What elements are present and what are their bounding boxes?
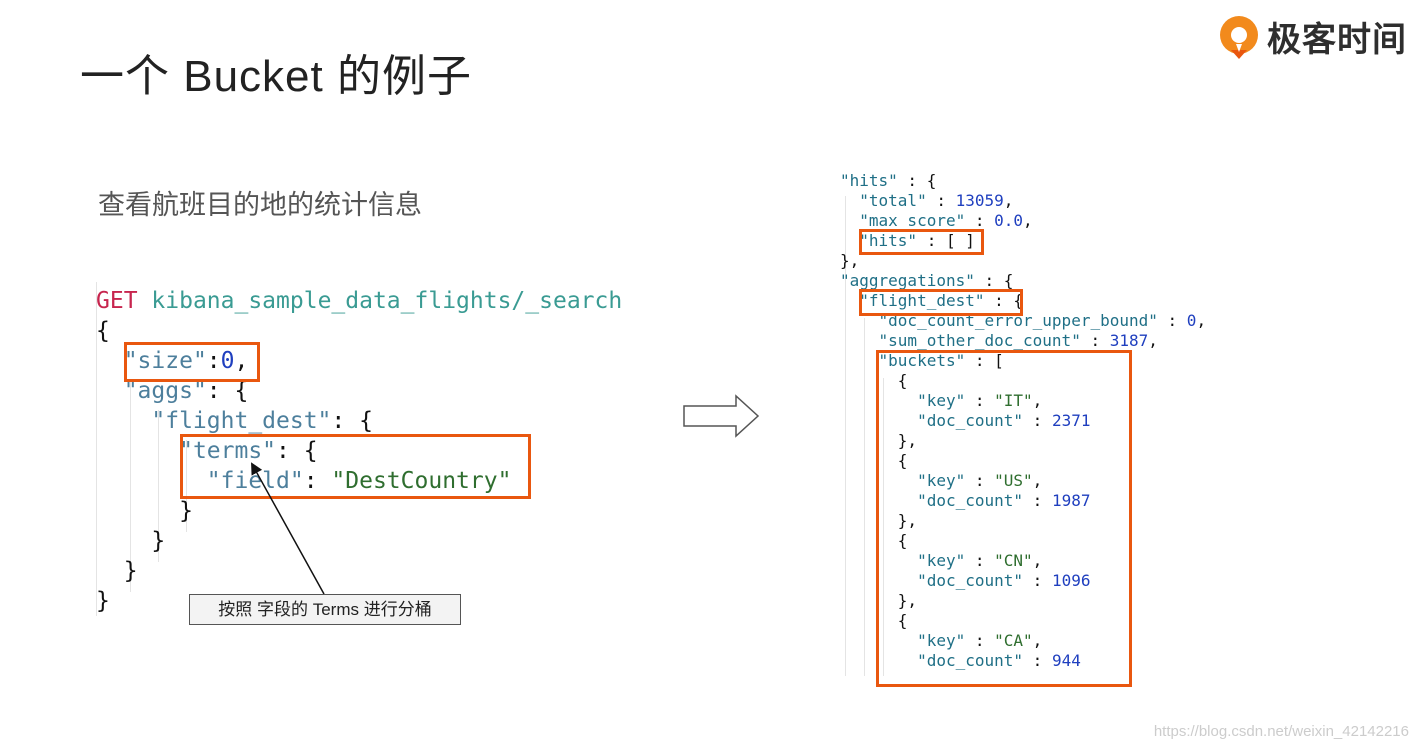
code-line: {	[840, 531, 908, 550]
agg-name-key: "flight_dest"	[151, 408, 332, 434]
code-line: "total" : 13059,	[859, 191, 1014, 210]
code-line: "buckets" : [	[878, 351, 1004, 370]
doc-count-error-value: 0	[1186, 311, 1197, 330]
bucket-count-value: 944	[1051, 651, 1081, 670]
bucket-key-label: "key"	[917, 391, 966, 410]
bucket-count-label: "doc_count"	[917, 411, 1024, 430]
bucket-count-label: "doc_count"	[917, 571, 1024, 590]
buckets-key: "buckets"	[878, 351, 966, 370]
hits-key: "hits"	[840, 171, 898, 190]
size-value: 0	[220, 348, 235, 374]
code-line: }	[96, 528, 166, 554]
bucket-key-line: "key" : "US",	[917, 471, 1043, 490]
http-method: GET	[96, 288, 138, 314]
code-line: "size":0,	[123, 348, 249, 374]
watermark: https://blog.csdn.net/weixin_42142216	[1153, 723, 1409, 740]
brand-name: 极客时间	[1267, 20, 1407, 60]
code-line: "aggregations" : {	[840, 271, 1014, 290]
bucket-count-line: "doc_count" : 1987	[917, 491, 1091, 510]
bucket-key-value: "CN"	[994, 551, 1033, 570]
bucket-key-value: "CA"	[994, 631, 1033, 650]
code-line: }	[96, 588, 110, 614]
bucket-count-line: "doc_count" : 2371	[917, 411, 1091, 430]
code-line: },	[840, 431, 918, 450]
size-key: "size"	[123, 348, 207, 374]
request-code-block: GET kibana_sample_data_flights/_search {…	[96, 282, 656, 622]
code-line: }	[96, 498, 193, 524]
bucket-count-label: "doc_count"	[917, 491, 1024, 510]
code-line: "hits" : [ ]	[859, 231, 975, 250]
bucket-key-line: "key" : "CN",	[917, 551, 1043, 570]
aggregations-key: "aggregations"	[840, 271, 975, 290]
code-line: {	[840, 611, 908, 630]
max-score-value: 0.0	[994, 211, 1024, 230]
bucket-key-line: "key" : "IT",	[917, 391, 1043, 410]
flight-dest-key: "flight_dest"	[859, 291, 985, 310]
code-line: "sum_other_doc_count" : 3187,	[878, 331, 1158, 350]
code-line: "terms": {	[179, 438, 318, 464]
doc-count-error-key: "doc_count_error_upper_bound"	[878, 311, 1158, 330]
bucket-key-line: "key" : "CA",	[917, 631, 1043, 650]
field-key: "field"	[206, 468, 304, 494]
bucket-count-label: "doc_count"	[917, 651, 1024, 670]
brand-logo-group: 极客时间	[1217, 12, 1407, 61]
bucket-count-value: 2371	[1051, 411, 1091, 430]
geektime-logo-icon	[1220, 15, 1258, 59]
bucket-count-value: 1096	[1051, 571, 1091, 590]
code-line: "aggs": {	[123, 378, 249, 404]
bucket-count-line: "doc_count" : 944	[917, 651, 1081, 670]
code-line: {	[96, 318, 110, 344]
right-arrow-icon	[683, 394, 760, 438]
hits-array-value: [ ]	[945, 231, 975, 250]
response-code-block: "hits" : { "total" : 13059, "max_score" …	[840, 168, 1240, 688]
code-line: {	[840, 451, 908, 470]
field-value: "DestCountry"	[331, 468, 512, 494]
total-value: 13059	[955, 191, 1004, 210]
terms-key: "terms"	[179, 438, 277, 464]
bucket-key-value: "IT"	[994, 391, 1033, 410]
aggs-key: "aggs"	[123, 378, 207, 404]
sum-other-key: "sum_other_doc_count"	[878, 331, 1081, 350]
bucket-key-label: "key"	[917, 471, 966, 490]
total-key: "total"	[859, 191, 927, 210]
code-line: {	[840, 371, 908, 390]
code-line: "max_score" : 0.0,	[859, 211, 1033, 230]
bucket-key-label: "key"	[917, 631, 966, 650]
annotation-callout: 按照 字段的 Terms 进行分桶	[189, 594, 461, 625]
code-line: },	[840, 591, 918, 610]
bucket-count-line: "doc_count" : 1096	[917, 571, 1091, 590]
max-score-key: "max_score"	[859, 211, 966, 230]
code-line: "hits" : {	[840, 171, 937, 190]
code-line: },	[840, 251, 860, 270]
code-line: }	[96, 558, 138, 584]
hits-array-key: "hits"	[859, 231, 918, 250]
bucket-key-label: "key"	[917, 551, 966, 570]
code-line: "field": "DestCountry"	[206, 468, 512, 494]
code-line: "flight_dest" : {	[859, 291, 1024, 310]
sum-other-value: 3187	[1109, 331, 1149, 350]
code-line: "doc_count_error_upper_bound" : 0,	[878, 311, 1207, 330]
slide-subtitle: 查看航班目的地的统计信息	[98, 190, 422, 220]
code-line: },	[840, 511, 918, 530]
code-line: "flight_dest": {	[151, 408, 373, 434]
bucket-count-value: 1987	[1051, 491, 1091, 510]
bucket-key-value: "US"	[994, 471, 1033, 490]
request-line: GET kibana_sample_data_flights/_search	[96, 286, 622, 316]
request-path: kibana_sample_data_flights/_search	[151, 288, 623, 314]
page-title: 一个 Bucket 的例子	[80, 52, 472, 101]
